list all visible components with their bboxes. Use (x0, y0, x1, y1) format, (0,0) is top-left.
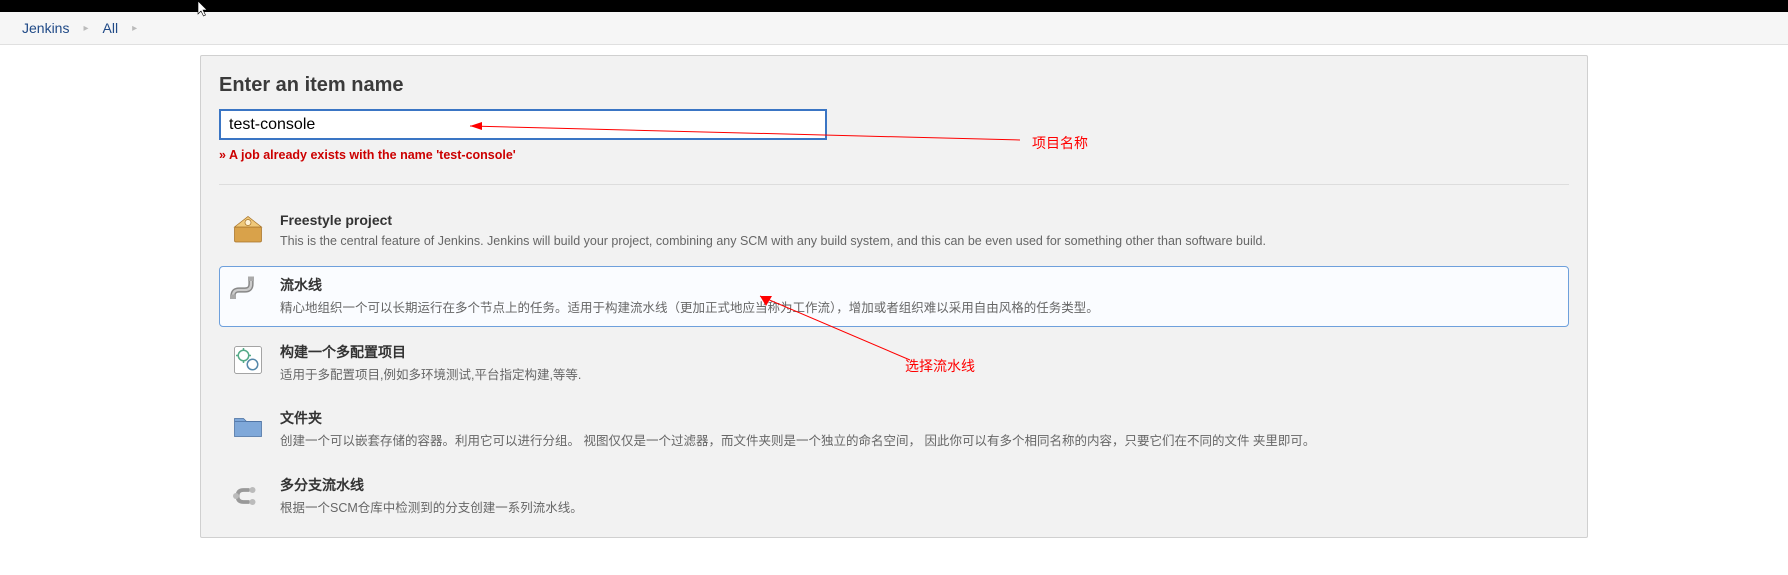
item-type-multibranch[interactable]: 多分支流水线 根据一个SCM仓库中检测到的分支创建一系列流水线。 (219, 466, 1569, 527)
item-type-folder[interactable]: 文件夹 创建一个可以嵌套存储的容器。利用它可以进行分组。 视图仅仅是一个过滤器，… (219, 399, 1569, 460)
breadcrumb: Jenkins ▸ All ▸ (0, 12, 1788, 45)
chevron-right-icon: ▸ (132, 23, 137, 34)
item-type-desc: 适用于多配置项目,例如多环境测试,平台指定构建,等等. (280, 366, 581, 385)
new-item-panel: Enter an item name » A job already exist… (200, 55, 1588, 538)
freestyle-icon (230, 212, 266, 248)
pipeline-icon (230, 275, 266, 311)
item-type-label: 文件夹 (280, 408, 1315, 428)
item-type-desc: 根据一个SCM仓库中检测到的分支创建一系列流水线。 (280, 499, 583, 518)
item-type-label: 构建一个多配置项目 (280, 342, 581, 362)
item-type-desc: This is the central feature of Jenkins. … (280, 232, 1266, 251)
breadcrumb-all[interactable]: All (103, 20, 119, 36)
item-type-multiconfig[interactable]: 构建一个多配置项目 适用于多配置项目,例如多环境测试,平台指定构建,等等. (219, 333, 1569, 394)
validation-message: » A job already exists with the name 'te… (219, 148, 1569, 162)
item-type-desc: 创建一个可以嵌套存储的容器。利用它可以进行分组。 视图仅仅是一个过滤器，而文件夹… (280, 432, 1315, 451)
item-type-label: Freestyle project (280, 212, 1266, 228)
page-title: Enter an item name (219, 74, 1569, 97)
top-bar (0, 0, 1788, 12)
item-name-input[interactable] (219, 109, 827, 140)
item-type-freestyle[interactable]: Freestyle project This is the central fe… (219, 203, 1569, 260)
chevron-right-icon: ▸ (83, 23, 88, 34)
multiconfig-icon (230, 342, 266, 378)
item-type-label: 多分支流水线 (280, 475, 583, 495)
item-type-list: Freestyle project This is the central fe… (219, 184, 1569, 527)
item-type-label: 流水线 (280, 275, 1099, 295)
item-type-pipeline[interactable]: 流水线 精心地组织一个可以长期运行在多个节点上的任务。适用于构建流水线（更加正式… (219, 266, 1569, 327)
multibranch-icon (230, 475, 266, 511)
breadcrumb-jenkins[interactable]: Jenkins (22, 20, 69, 36)
folder-icon (230, 408, 266, 444)
item-type-desc: 精心地组织一个可以长期运行在多个节点上的任务。适用于构建流水线（更加正式地应当称… (280, 299, 1099, 318)
